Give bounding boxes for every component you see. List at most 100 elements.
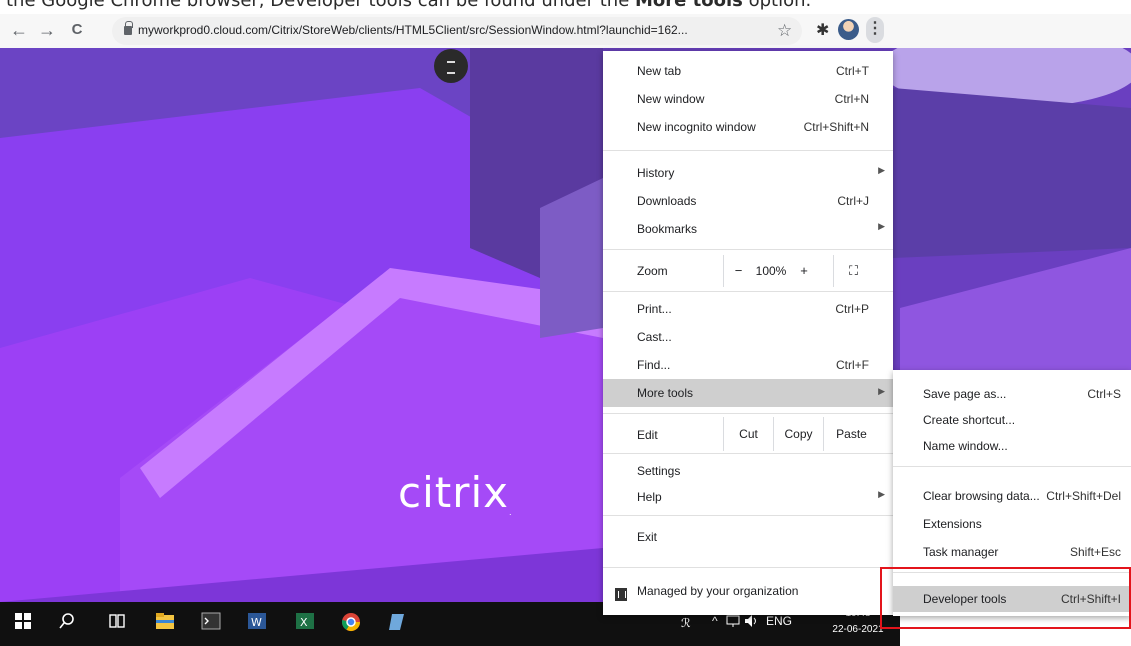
- menu-divider: [603, 291, 893, 292]
- address-bar[interactable]: myworkprod0.cloud.com/Citrix/StoreWeb/cl…: [112, 17, 802, 45]
- menu-item-label: Zoom: [637, 264, 668, 278]
- menu-item-label: More tools: [637, 386, 694, 400]
- menu-item-shortcut: Ctrl+T: [836, 64, 869, 78]
- menu-item-new-tab[interactable]: New tab Ctrl+T: [603, 59, 893, 83]
- chrome-menu-button[interactable]: ⋮: [866, 17, 884, 43]
- profile-avatar[interactable]: [838, 19, 859, 40]
- submenu-item-extensions[interactable]: Extensions: [893, 512, 1131, 536]
- submenu-arrow-icon: ▶: [878, 386, 885, 396]
- menu-item-print[interactable]: Print... Ctrl+P: [603, 297, 893, 321]
- network-icon[interactable]: [726, 614, 740, 631]
- menu-item-settings[interactable]: Settings: [603, 459, 893, 483]
- menu-item-label: Save page as...: [923, 387, 1007, 401]
- copy-button[interactable]: Copy: [773, 417, 823, 451]
- task-view-icon[interactable]: [106, 612, 128, 634]
- submenu-item-save-page[interactable]: Save page as... Ctrl+S: [893, 382, 1131, 406]
- windows-start-icon[interactable]: [12, 612, 34, 634]
- file-explorer-icon[interactable]: [154, 612, 176, 634]
- forward-icon[interactable]: →: [36, 18, 58, 42]
- menu-divider: [603, 413, 893, 414]
- back-icon[interactable]: ←: [8, 18, 30, 42]
- menu-item-help[interactable]: Help ▶: [603, 485, 893, 509]
- caption-emphasis: More tools: [635, 0, 743, 11]
- menu-item-shortcut: Ctrl+F: [836, 358, 869, 372]
- caption-suffix: option.: [742, 0, 812, 11]
- citrix-logo-text: citrix: [398, 468, 510, 517]
- submenu-item-clear-browsing[interactable]: Clear browsing data... Ctrl+Shift+Del: [893, 484, 1131, 508]
- search-icon[interactable]: [56, 612, 78, 634]
- menu-item-label: History: [637, 166, 675, 180]
- menu-item-exit[interactable]: Exit: [603, 525, 893, 549]
- chrome-icon[interactable]: [340, 612, 362, 634]
- menu-item-new-incognito[interactable]: New incognito window Ctrl+Shift+N: [603, 115, 893, 139]
- menu-item-shortcut: Ctrl+J: [837, 194, 869, 208]
- submenu-arrow-icon: ▶: [878, 165, 885, 175]
- menu-item-managed[interactable]: Managed by your organization: [603, 579, 893, 603]
- zoom-level: 100%: [755, 264, 787, 278]
- url-text[interactable]: myworkprod0.cloud.com/Citrix/StoreWeb/cl…: [138, 23, 688, 37]
- menu-item-shortcut: Shift+Esc: [1069, 545, 1121, 559]
- instruction-caption: the Google Chrome browser, Developer too…: [6, 0, 1131, 11]
- language-indicator[interactable]: ENG: [766, 614, 792, 628]
- menu-item-label: Settings: [637, 464, 681, 478]
- menu-item-label: Downloads: [637, 194, 697, 208]
- menu-item-label: Name window...: [923, 439, 1008, 453]
- terminal-icon[interactable]: [200, 612, 222, 634]
- menu-item-label: New window: [637, 92, 705, 106]
- menu-item-label: New incognito window: [637, 120, 756, 134]
- extensions-puzzle-icon[interactable]: ✱: [816, 20, 829, 40]
- fullscreen-icon[interactable]: ⛶: [833, 255, 873, 287]
- notes-app-icon[interactable]: [386, 612, 408, 634]
- menu-item-label: Cast...: [637, 330, 672, 344]
- menu-divider: [603, 150, 893, 151]
- menu-item-downloads[interactable]: Downloads Ctrl+J: [603, 189, 893, 213]
- menu-item-label: Clear browsing data...: [923, 489, 1040, 503]
- svg-text:ℛ: ℛ: [681, 616, 691, 630]
- menu-item-find[interactable]: Find... Ctrl+F: [603, 353, 893, 377]
- paste-button[interactable]: Paste: [823, 417, 879, 451]
- excel-icon[interactable]: X: [294, 612, 316, 634]
- menu-item-cast[interactable]: Cast...: [603, 325, 893, 349]
- zoom-in-button[interactable]: +: [789, 255, 819, 287]
- menu-item-shortcut: Ctrl+P: [835, 302, 869, 316]
- submenu-arrow-icon: ▶: [878, 489, 885, 499]
- chevron-up-icon[interactable]: ^: [712, 614, 718, 628]
- reload-icon[interactable]: C: [66, 18, 88, 42]
- submenu-item-task-manager[interactable]: Task manager Shift+Esc: [893, 540, 1131, 564]
- menu-item-label: Managed by your organization: [637, 584, 799, 598]
- menu-divider: [893, 466, 1131, 467]
- menu-item-shortcut: Ctrl+S: [1087, 387, 1121, 401]
- menu-item-label: Task manager: [923, 545, 999, 559]
- menu-item-label: Extensions: [923, 517, 982, 531]
- volume-icon[interactable]: [744, 614, 760, 631]
- clock-date: 22-06-2021: [832, 624, 884, 635]
- caption-text: the Google Chrome browser, Developer too…: [6, 0, 636, 11]
- svg-text:W: W: [251, 616, 262, 629]
- menu-item-new-window[interactable]: New window Ctrl+N: [603, 87, 893, 111]
- citrix-logo-mark: .: [509, 508, 513, 517]
- lock-icon[interactable]: [124, 21, 133, 35]
- menu-item-shortcut: Ctrl+N: [834, 92, 869, 106]
- zoom-out-button[interactable]: −: [723, 255, 753, 287]
- menu-divider: [603, 249, 893, 250]
- people-icon[interactable]: ℛ: [680, 614, 696, 633]
- word-icon[interactable]: W: [246, 612, 268, 634]
- submenu-item-name-window[interactable]: Name window...: [893, 434, 1131, 458]
- menu-item-more-tools[interactable]: More tools ▶: [603, 379, 893, 407]
- menu-item-label: Find...: [637, 358, 671, 372]
- submenu-item-create-shortcut[interactable]: Create shortcut...: [893, 408, 1131, 432]
- menu-divider: [603, 515, 893, 516]
- highlight-annotation-box: [880, 567, 1131, 629]
- session-toolbar-handle[interactable]: [434, 49, 468, 83]
- browser-toolbar: ← → C myworkprod0.cloud.com/Citrix/Store…: [0, 14, 1131, 48]
- bookmark-star-icon[interactable]: ☆: [777, 21, 792, 41]
- submenu-arrow-icon: ▶: [878, 221, 885, 231]
- menu-item-bookmarks[interactable]: Bookmarks ▶: [603, 217, 893, 241]
- svg-text:X: X: [300, 616, 308, 629]
- menu-item-label: Bookmarks: [637, 222, 698, 236]
- menu-item-label: Exit: [637, 530, 658, 544]
- menu-divider: [603, 453, 893, 454]
- menu-item-history[interactable]: History ▶: [603, 161, 893, 185]
- citrix-logo: citrix.: [398, 468, 513, 517]
- cut-button[interactable]: Cut: [723, 417, 773, 451]
